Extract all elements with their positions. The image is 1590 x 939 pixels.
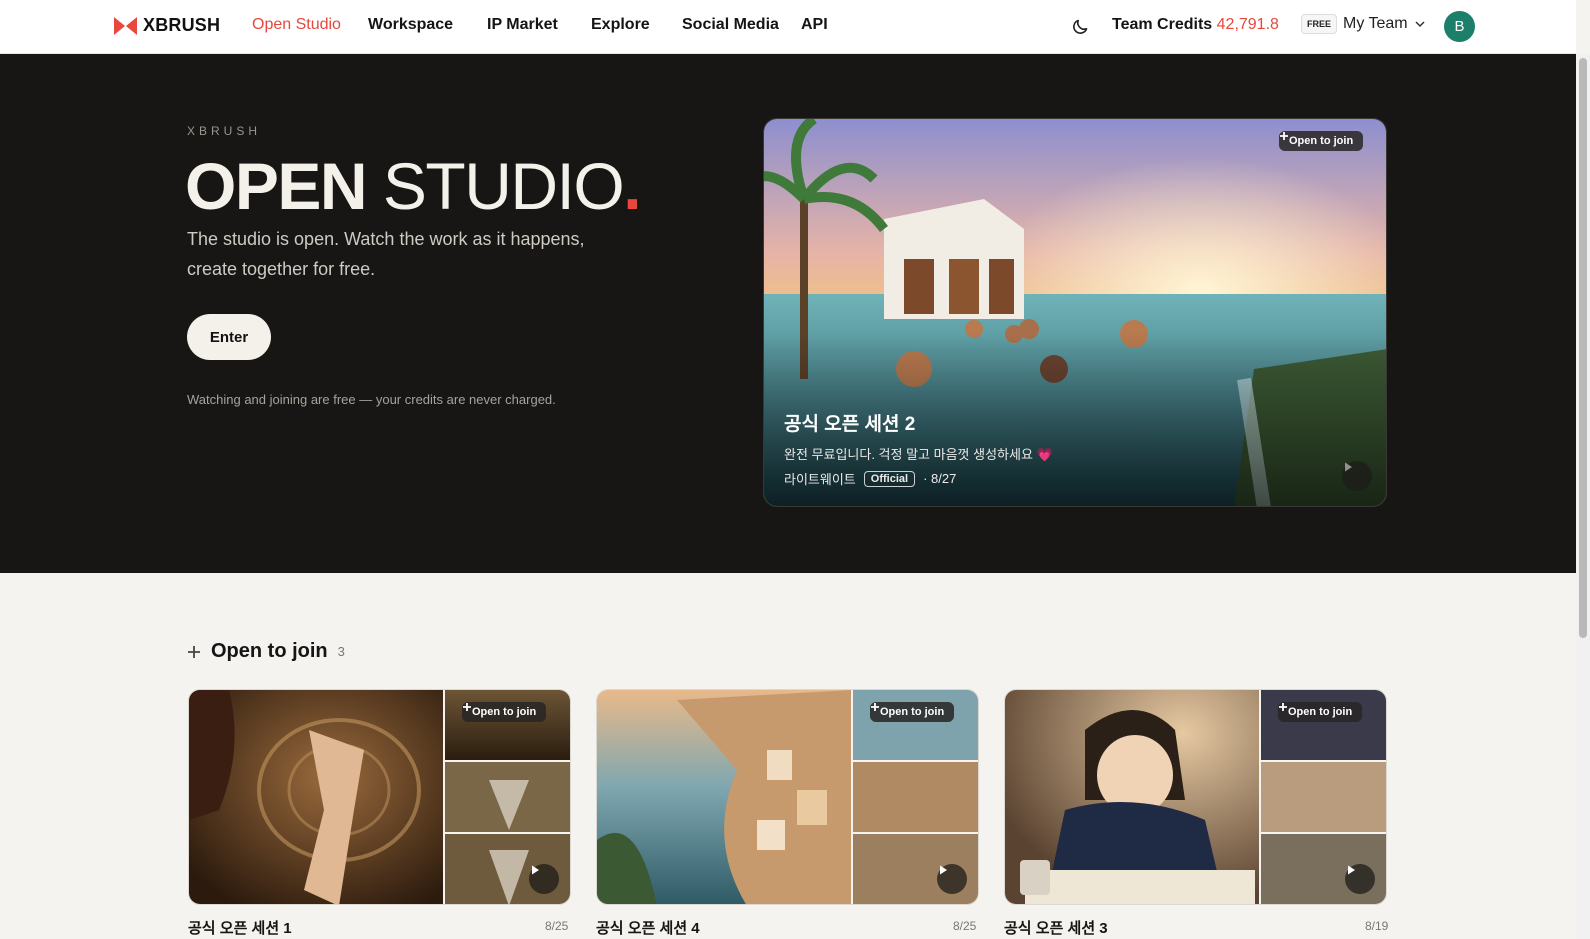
session-author: 라이트웨이트 bbox=[784, 472, 856, 487]
hero-title-light: STUDIO bbox=[382, 149, 625, 223]
plus-icon bbox=[463, 703, 471, 711]
featured-session-card[interactable]: Open to join 공식 오픈 세션 2 완전 무료입니다. 걱정 말고 … bbox=[763, 118, 1387, 507]
session-thumbnail bbox=[1005, 690, 1386, 904]
session-thumbnail bbox=[189, 690, 570, 904]
play-button[interactable] bbox=[529, 864, 559, 894]
session-card[interactable]: Open to join bbox=[1004, 689, 1387, 905]
session-card-count: 8/25 bbox=[545, 919, 569, 933]
open-to-join-badge[interactable]: Open to join bbox=[462, 702, 547, 722]
avatar[interactable]: B bbox=[1444, 11, 1475, 42]
top-navigation: XBRUSH Open Studio Workspace IP Market E… bbox=[0, 0, 1576, 54]
plus-icon bbox=[1280, 132, 1288, 140]
hero-subtitle: The studio is open. Watch the work as it… bbox=[187, 229, 585, 279]
badge-label: Open to join bbox=[1288, 706, 1353, 718]
xbrush-logo[interactable]: XBRUSH bbox=[114, 15, 220, 36]
badge-label: Open to join bbox=[880, 706, 945, 718]
open-to-join-badge[interactable]: Open to join bbox=[870, 702, 955, 722]
session-card[interactable]: Open to join bbox=[188, 689, 571, 905]
plus-icon bbox=[188, 645, 200, 658]
nav-api[interactable]: API bbox=[801, 16, 828, 34]
scrollbar-thumb[interactable] bbox=[1579, 58, 1587, 638]
featured-session-meta: 라이트웨이트 Official · 8/27 bbox=[784, 469, 1053, 488]
play-button[interactable] bbox=[937, 864, 967, 894]
hero-title-dot: . bbox=[623, 149, 641, 223]
session-thumbnail bbox=[597, 690, 978, 904]
session-card-title[interactable]: 공식 오픈 세션 1 bbox=[188, 917, 292, 938]
team-name: My Team bbox=[1343, 15, 1408, 32]
nav-open-studio[interactable]: Open Studio bbox=[252, 16, 341, 34]
section-title: Open to join bbox=[211, 640, 328, 662]
team-switcher[interactable]: FREE My Team bbox=[1301, 14, 1426, 34]
plus-icon bbox=[1279, 703, 1287, 711]
nav-explore[interactable]: Explore bbox=[591, 16, 650, 34]
nav-workspace[interactable]: Workspace bbox=[368, 16, 453, 34]
play-button[interactable] bbox=[1345, 864, 1375, 894]
play-icon bbox=[1348, 865, 1355, 875]
session-card-count: 8/25 bbox=[953, 919, 977, 933]
session-card[interactable]: Open to join bbox=[596, 689, 979, 905]
badge-label: Open to join bbox=[1289, 135, 1354, 147]
credits-value: 42,791.8 bbox=[1216, 16, 1279, 33]
session-card-title[interactable]: 공식 오픈 세션 3 bbox=[1004, 917, 1108, 938]
hero-note: Watching and joining are free — your cre… bbox=[187, 392, 556, 407]
page-scrollbar[interactable] bbox=[1576, 54, 1590, 939]
session-card-count: 8/19 bbox=[1365, 919, 1389, 933]
play-button[interactable] bbox=[1342, 461, 1372, 491]
open-to-join-header: Open to join 3 bbox=[187, 640, 345, 663]
hero-title-bold: OPEN bbox=[185, 149, 368, 223]
play-icon bbox=[532, 865, 539, 875]
plus-icon bbox=[871, 703, 879, 711]
logo-text: XBRUSH bbox=[143, 15, 221, 35]
team-credits: Team Credits 42,791.8 bbox=[1112, 16, 1279, 34]
xbrush-logo-icon bbox=[114, 16, 137, 35]
enter-button[interactable]: Enter bbox=[187, 314, 271, 360]
session-participants: · 8/27 bbox=[923, 471, 957, 486]
chevron-down-icon bbox=[1415, 21, 1425, 28]
plan-badge: FREE bbox=[1301, 14, 1338, 34]
credits-label: Team Credits bbox=[1112, 16, 1213, 33]
hero-eyebrow: XBRUSH bbox=[187, 124, 262, 138]
open-to-join-badge[interactable]: Open to join bbox=[1279, 131, 1364, 151]
play-icon bbox=[940, 865, 947, 875]
featured-session-description: 완전 무료입니다. 걱정 말고 마음껏 생성하세요 💗 bbox=[784, 447, 1053, 462]
nav-ip-market[interactable]: IP Market bbox=[487, 16, 558, 34]
featured-session-info: 공식 오픈 세션 2 완전 무료입니다. 걱정 말고 마음껏 생성하세요 💗 라… bbox=[784, 409, 1053, 488]
hero-section: XBRUSH OPEN STUDIO. The studio is open. … bbox=[0, 54, 1576, 573]
hero-title: OPEN STUDIO. bbox=[185, 148, 642, 224]
play-icon bbox=[1345, 462, 1352, 472]
moon-icon[interactable] bbox=[1071, 16, 1091, 36]
section-count: 3 bbox=[337, 644, 345, 659]
session-card-title[interactable]: 공식 오픈 세션 4 bbox=[596, 917, 700, 938]
badge-label: Open to join bbox=[472, 706, 537, 718]
nav-social-media[interactable]: Social Media bbox=[682, 16, 779, 34]
featured-session-title: 공식 오픈 세션 2 bbox=[784, 414, 916, 435]
open-to-join-badge[interactable]: Open to join bbox=[1278, 702, 1363, 722]
official-badge: Official bbox=[863, 470, 916, 487]
